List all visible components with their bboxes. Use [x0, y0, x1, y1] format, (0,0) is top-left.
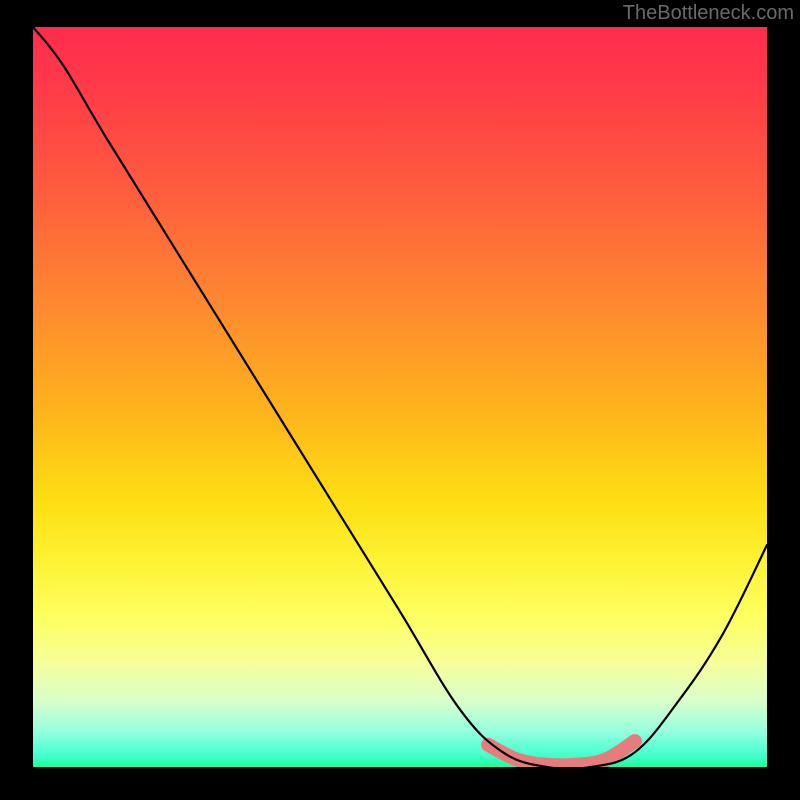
chart-svg: [33, 27, 767, 767]
chart-frame: TheBottleneck.com: [0, 0, 800, 800]
optimal-band: [488, 741, 635, 765]
main-curve: [33, 27, 767, 767]
watermark-text: TheBottleneck.com: [623, 2, 794, 25]
plot-area: [33, 27, 767, 767]
